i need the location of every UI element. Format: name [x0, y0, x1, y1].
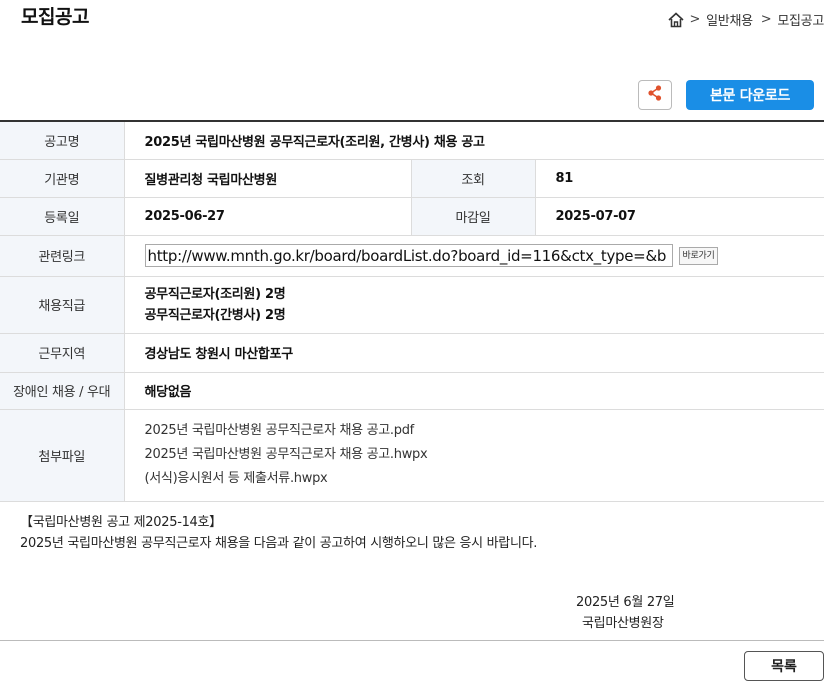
position-item: 공무직근로자(조리원) 2명 [144, 286, 286, 302]
title-value: 2025년 국립마산병원 공무직근로자(조리원, 간병사) 채용 공고 [124, 121, 824, 160]
breadcrumb-item-recruitment[interactable]: 모집공고 [777, 10, 824, 29]
signature-date: 2025년 6월 27일 [576, 595, 675, 610]
reg-date-value: 2025-06-27 [124, 197, 412, 236]
positions-label: 채용직급 [0, 276, 125, 334]
table-row: 장애인 채용 / 우대 해당없음 [0, 372, 824, 410]
disabled-hiring-label: 장애인 채용 / 우대 [0, 372, 125, 410]
disabled-hiring-value: 해당없음 [124, 372, 824, 410]
location-value: 경상남도 창원시 마산합포구 [124, 333, 824, 373]
table-row: 관련링크 http://www.mnth.go.kr/board/boardLi… [0, 235, 824, 277]
related-link-field[interactable]: http://www.mnth.go.kr/board/boardList.do… [144, 244, 673, 267]
breadcrumb-item-general-hiring[interactable]: 일반채용 [706, 10, 753, 29]
job-info-table: 공고명 2025년 국립마산병원 공무직근로자(조리원, 간병사) 채용 공고 … [0, 120, 824, 502]
table-row: 첨부파일 2025년 국립마산병원 공무직근로자 채용 공고.pdf 2025년… [0, 409, 824, 502]
table-row: 공고명 2025년 국립마산병원 공무직근로자(조리원, 간병사) 채용 공고 [0, 121, 824, 160]
notice-text: 2025년 국립마산병원 공무직근로자 채용을 다음과 같이 공고하여 시행하오… [20, 536, 538, 551]
location-label: 근무지역 [0, 333, 125, 373]
breadcrumb-separator: > [689, 12, 701, 27]
notice-heading: 【국립마산병원 공고 제2025-14호】 [20, 515, 222, 530]
notice-body: 【국립마산병원 공고 제2025-14호】 2025년 국립마산병원 공무직근로… [20, 512, 537, 554]
position-item: 공무직근로자(간병사) 2명 [144, 307, 286, 323]
table-row: 기관명 질병관리청 국립마산병원 조회 81 [0, 159, 824, 198]
breadcrumb-separator: > [760, 12, 772, 27]
list-button[interactable]: 목록 [744, 651, 824, 681]
download-body-button[interactable]: 본문 다운로드 [686, 80, 814, 110]
attachment-link[interactable]: (서식)응시원서 등 제출서류.hwpx [145, 467, 824, 491]
divider [0, 640, 824, 641]
home-icon[interactable] [667, 11, 685, 29]
views-value: 81 [535, 159, 824, 198]
attachment-link[interactable]: 2025년 국립마산병원 공무직근로자 채용 공고.hwpx [145, 443, 824, 467]
reg-date-label: 등록일 [0, 197, 125, 236]
table-row: 등록일 2025-06-27 마감일 2025-07-07 [0, 197, 824, 236]
deadline-label: 마감일 [410, 197, 536, 236]
deadline-value: 2025-07-07 [535, 197, 824, 236]
org-value: 질병관리청 국립마산병원 [124, 159, 412, 198]
link-label: 관련링크 [0, 235, 125, 277]
go-link-button[interactable]: 바로가기 [678, 246, 719, 265]
breadcrumb: > 일반채용 > 모집공고 [667, 10, 824, 29]
table-row: 채용직급 공무직근로자(조리원) 2명 공무직근로자(간병사) 2명 [0, 276, 824, 334]
signature-org: 국립마산병원장 [582, 616, 664, 631]
page-title: 모집공고 [21, 6, 89, 28]
org-label: 기관명 [0, 159, 125, 198]
attachment-link[interactable]: 2025년 국립마산병원 공무직근로자 채용 공고.pdf [145, 419, 824, 443]
title-label: 공고명 [0, 121, 125, 160]
table-row: 근무지역 경상남도 창원시 마산합포구 [0, 333, 824, 373]
views-label: 조회 [410, 159, 536, 198]
signature: 2025년 6월 27일 국립마산병원장 [576, 592, 675, 634]
attachments-label: 첨부파일 [0, 409, 125, 502]
share-icon [646, 84, 664, 106]
share-button[interactable] [638, 80, 672, 110]
